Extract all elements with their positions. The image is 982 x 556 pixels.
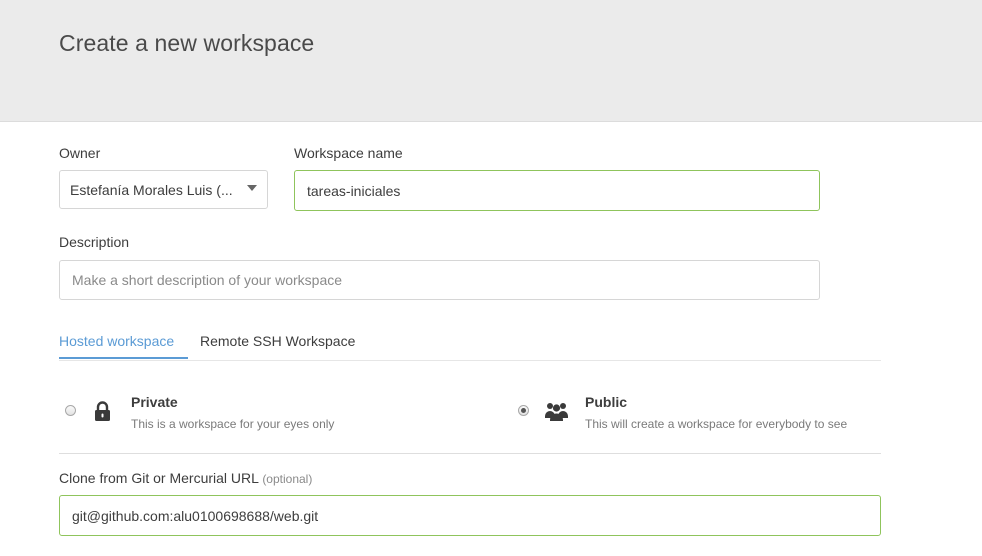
- radio-selected-dot: [521, 408, 526, 413]
- workspace-name-label: Workspace name: [294, 145, 403, 161]
- description-label: Description: [59, 234, 130, 250]
- public-radio[interactable]: [518, 405, 529, 416]
- private-option-description: This is a workspace for your eyes only: [131, 417, 335, 431]
- users-icon: [545, 403, 568, 421]
- clone-url-label-text: Clone from Git or Mercurial URL: [59, 470, 259, 486]
- optional-note: (optional): [262, 472, 313, 486]
- private-option-title: Private: [131, 394, 178, 410]
- description-input[interactable]: [59, 260, 820, 300]
- tab-active-indicator: [59, 357, 188, 359]
- tab-hosted-workspace[interactable]: Hosted workspace: [59, 333, 174, 349]
- owner-select[interactable]: Estefanía Morales Luis (...: [59, 170, 268, 209]
- owner-select-value: Estefanía Morales Luis (...: [70, 182, 233, 198]
- private-radio[interactable]: [65, 405, 76, 416]
- chevron-down-icon: [247, 185, 257, 191]
- lock-icon: [95, 401, 110, 421]
- tab-remote-ssh-workspace[interactable]: Remote SSH Workspace: [200, 333, 355, 349]
- public-option-title: Public: [585, 394, 628, 410]
- section-divider: [59, 453, 881, 454]
- owner-label: Owner: [59, 145, 101, 161]
- public-option-description: This will create a workspace for everybo…: [585, 417, 848, 431]
- workspace-type-tabs: Hosted workspace Remote SSH Workspace: [59, 321, 881, 361]
- page-title: Create a new workspace: [59, 30, 315, 56]
- page-header: Create a new workspace: [0, 0, 982, 122]
- clone-url-label: Clone from Git or Mercurial URL (optiona…: [59, 470, 312, 486]
- clone-url-input[interactable]: [59, 495, 881, 536]
- workspace-name-input[interactable]: [294, 170, 820, 211]
